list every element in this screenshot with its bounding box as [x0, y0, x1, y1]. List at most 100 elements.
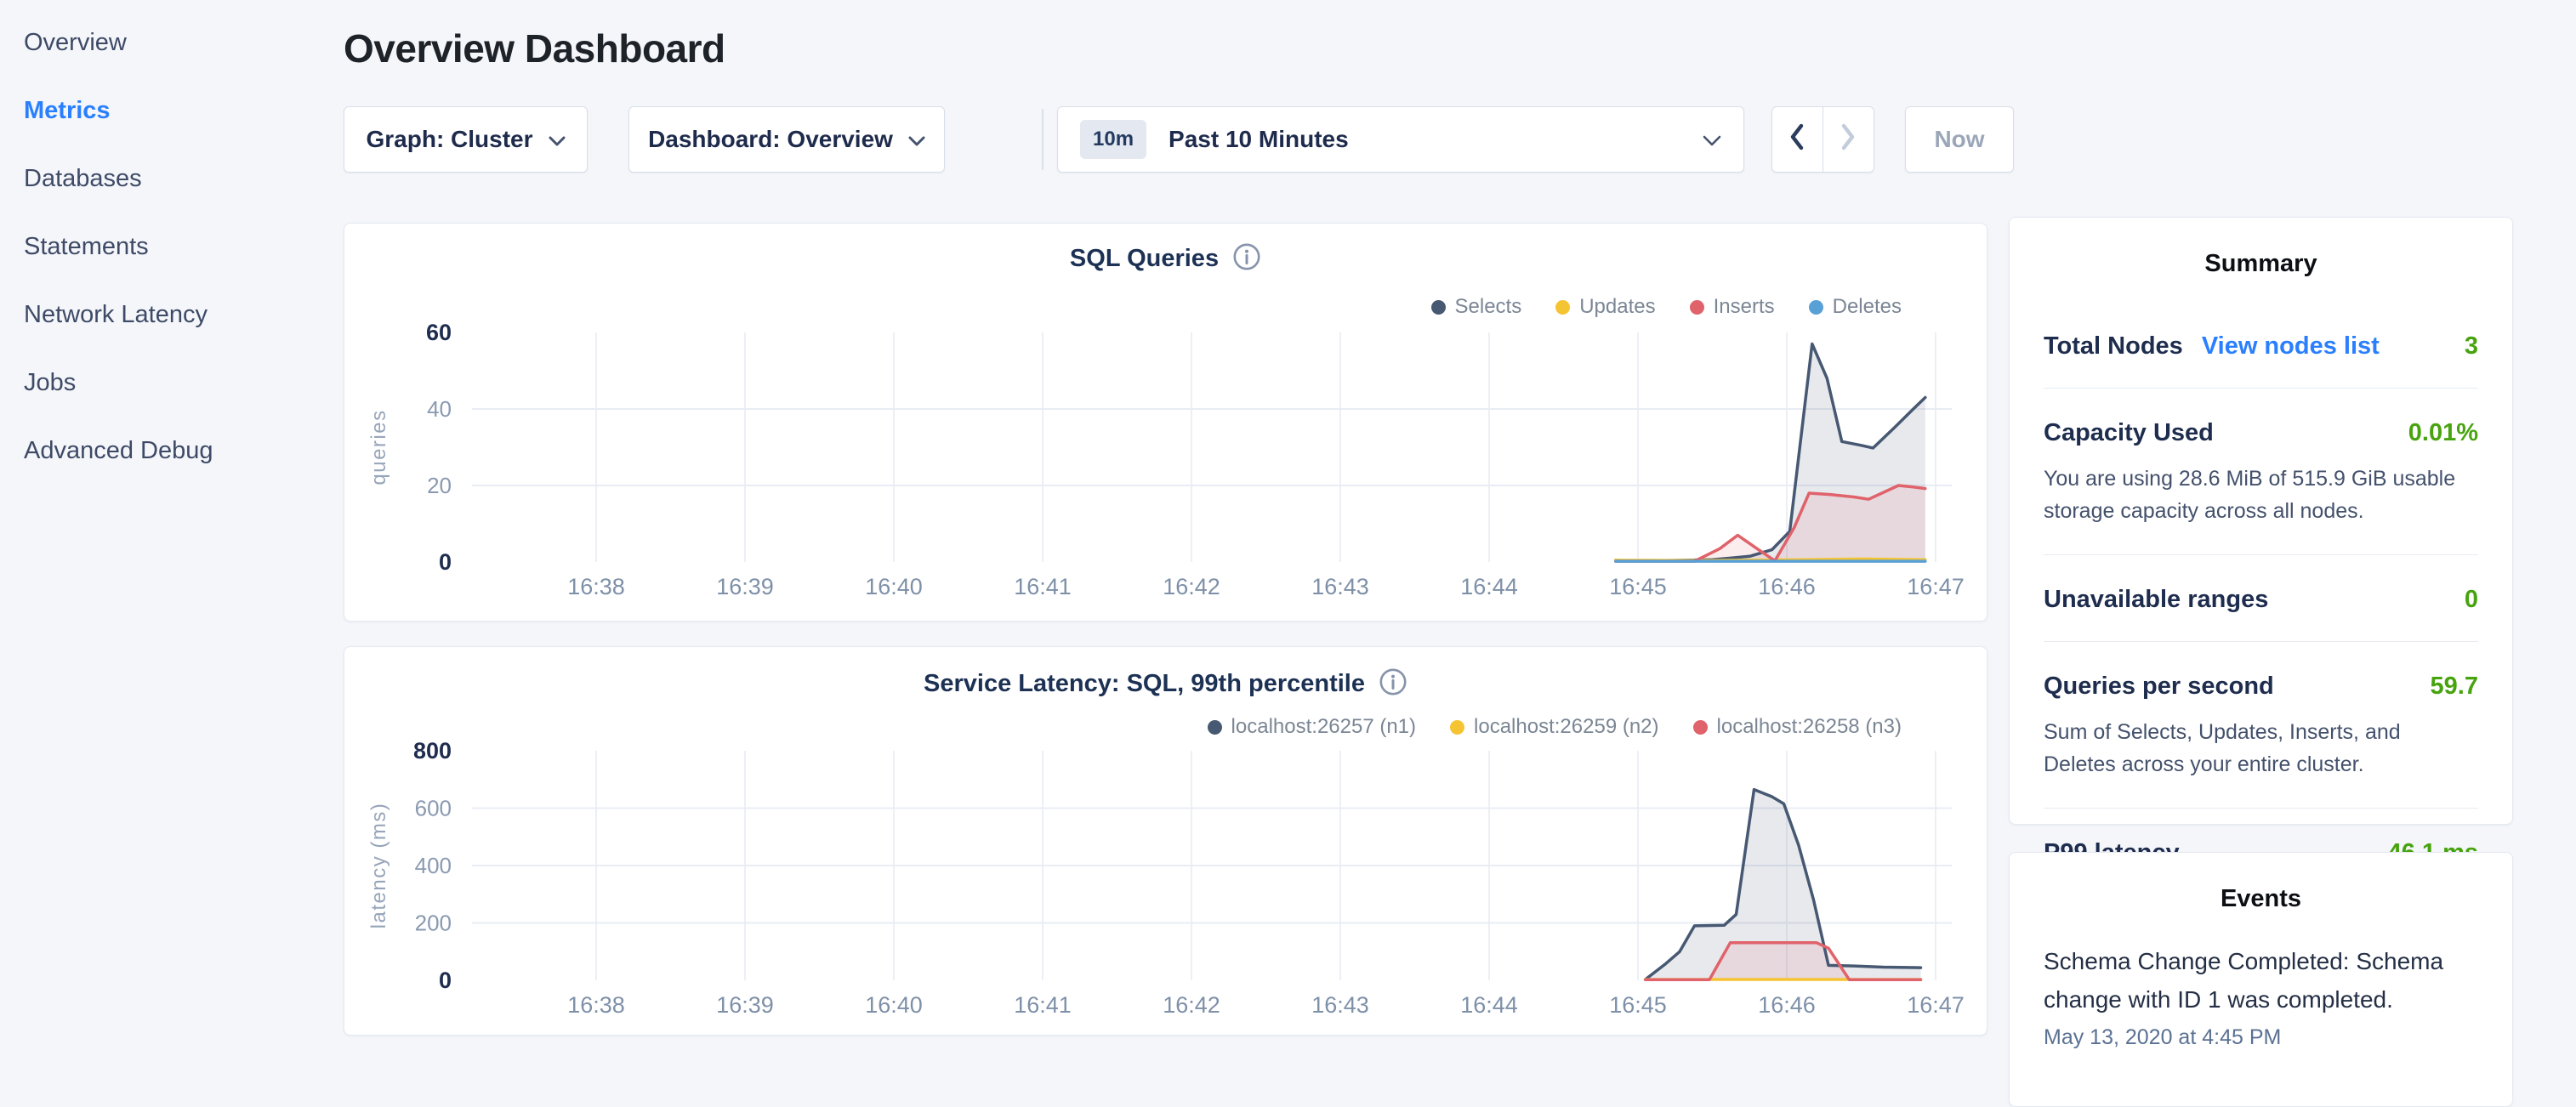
svg-text:16:45: 16:45 [1609, 992, 1667, 1018]
summary-row-total-nodes: Total Nodes View nodes list 3 [2044, 302, 2478, 389]
svg-text:16:43: 16:43 [1311, 992, 1369, 1018]
svg-text:16:44: 16:44 [1460, 574, 1518, 599]
series-color-dot [1555, 300, 1570, 315]
summary-panel: Summary Total Nodes View nodes list 3 Ca… [2009, 217, 2513, 825]
summary-row-value: 59.7 [2431, 673, 2478, 701]
summary-row-label: Unavailable ranges [2044, 586, 2268, 614]
summary-row-subtext: Sum of Selects, Updates, Inserts, and De… [2044, 716, 2478, 781]
view-nodes-list-link[interactable]: View nodes list [2202, 332, 2380, 360]
summary-row-queries-per-second: Queries per second 59.7 Sum of Selects, … [2044, 642, 2478, 809]
chevron-down-icon [1703, 126, 1721, 153]
svg-text:16:46: 16:46 [1758, 574, 1816, 599]
summary-title: Summary [2010, 250, 2512, 278]
svg-text:16:39: 16:39 [716, 992, 774, 1018]
info-icon[interactable] [1232, 242, 1261, 275]
events-title: Events [2010, 885, 2512, 913]
svg-text:0: 0 [439, 549, 452, 575]
legend-label: localhost:26259 (n2) [1474, 715, 1658, 739]
svg-text:16:38: 16:38 [567, 992, 625, 1018]
event-list-item[interactable]: Schema Change Completed: Schema change w… [2010, 942, 2512, 1050]
svg-text:200: 200 [415, 911, 452, 936]
summary-row-label: Total Nodes [2044, 332, 2183, 360]
svg-text:16:42: 16:42 [1163, 574, 1220, 599]
svg-text:16:44: 16:44 [1460, 992, 1518, 1018]
svg-text:latency (ms): latency (ms) [367, 803, 390, 929]
legend-item[interactable]: Updates [1555, 295, 1655, 319]
dashboard-dropdown[interactable]: Dashboard: Overview [628, 106, 945, 173]
svg-text:16:46: 16:46 [1758, 992, 1816, 1018]
svg-text:16:45: 16:45 [1609, 574, 1667, 599]
time-window-badge: 10m [1080, 120, 1146, 159]
sidebar-item-statements[interactable]: Statements [0, 213, 337, 281]
events-panel: Events Schema Change Completed: Schema c… [2009, 852, 2513, 1107]
svg-text:16:38: 16:38 [567, 574, 625, 599]
svg-text:16:39: 16:39 [716, 574, 774, 599]
svg-text:600: 600 [415, 796, 452, 821]
svg-text:40: 40 [427, 396, 452, 422]
sidebar-item-network-latency[interactable]: Network Latency [0, 281, 337, 349]
next-time-window-button[interactable] [1823, 107, 1874, 172]
series-color-dot [1690, 300, 1704, 315]
summary-row-value: 0 [2465, 586, 2478, 614]
legend-label: Deletes [1833, 295, 1902, 319]
info-icon[interactable] [1379, 667, 1407, 701]
legend-item[interactable]: localhost:26259 (n2) [1450, 715, 1658, 739]
svg-text:16:41: 16:41 [1014, 992, 1072, 1018]
svg-text:16:47: 16:47 [1907, 574, 1965, 599]
summary-row-value: 3 [2465, 332, 2478, 360]
svg-text:16:47: 16:47 [1907, 992, 1965, 1018]
sidebar-item-databases[interactable]: Databases [0, 145, 337, 213]
summary-row-label: Capacity Used [2044, 419, 2214, 447]
event-timestamp: May 13, 2020 at 4:45 PM [2044, 1025, 2478, 1050]
service-latency-chart-plot[interactable]: 16:3816:3916:4016:4116:4216:4316:4416:45… [344, 647, 1988, 1036]
summary-row-value: 0.01% [2408, 419, 2478, 447]
legend-item[interactable]: Selects [1431, 295, 1522, 319]
legend-label: Selects [1455, 295, 1522, 319]
svg-text:16:41: 16:41 [1014, 574, 1072, 599]
legend-item[interactable]: localhost:26257 (n1) [1208, 715, 1416, 739]
chart-legend: Selects Updates Inserts Deletes [1431, 295, 1902, 319]
chart-title: Service Latency: SQL, 99th percentile [924, 670, 1365, 698]
chevron-down-icon [908, 126, 925, 153]
summary-row-label: Queries per second [2044, 673, 2274, 701]
sidebar-item-metrics[interactable]: Metrics [0, 77, 337, 145]
svg-text:60: 60 [426, 320, 452, 345]
svg-text:400: 400 [415, 853, 452, 878]
series-color-dot [1450, 720, 1464, 735]
series-color-dot [1431, 300, 1446, 315]
legend-label: Updates [1579, 295, 1655, 319]
legend-item[interactable]: localhost:26258 (n3) [1693, 715, 1902, 739]
sidebar-item-advanced-debug[interactable]: Advanced Debug [0, 417, 337, 485]
sidebar: Overview Metrics Databases Statements Ne… [0, 0, 337, 485]
svg-text:800: 800 [413, 738, 452, 764]
legend-item[interactable]: Inserts [1690, 295, 1775, 319]
legend-label: Inserts [1714, 295, 1775, 319]
toolbar-divider [1042, 109, 1043, 170]
svg-text:16:42: 16:42 [1163, 992, 1220, 1018]
dashboard-dropdown-label: Dashboard: Overview [648, 126, 893, 153]
previous-time-window-button[interactable] [1772, 107, 1823, 172]
sidebar-item-jobs[interactable]: Jobs [0, 349, 337, 417]
summary-row-subtext: You are using 28.6 MiB of 515.9 GiB usab… [2044, 463, 2478, 527]
legend-label: localhost:26258 (n3) [1717, 715, 1902, 739]
page-title: Overview Dashboard [344, 26, 725, 71]
summary-row-unavailable-ranges: Unavailable ranges 0 [2044, 555, 2478, 642]
service-latency-chart-card: Service Latency: SQL, 99th percentile lo… [344, 646, 1987, 1036]
time-pager [1771, 106, 1874, 173]
sql-queries-chart-plot[interactable]: 16:38 16:39 16:40 16:41 16:42 16:43 16:44 16:45… [344, 224, 1988, 622]
chart-legend: localhost:26257 (n1) localhost:26259 (n2… [1208, 715, 1902, 739]
svg-text:16:40: 16:40 [865, 574, 923, 599]
svg-text:16:43: 16:43 [1311, 574, 1369, 599]
graph-scope-dropdown[interactable]: Graph: Cluster [344, 106, 588, 173]
legend-label: localhost:26257 (n1) [1231, 715, 1416, 739]
chevron-right-icon [1839, 122, 1857, 157]
now-button[interactable]: Now [1905, 106, 2014, 173]
sidebar-item-overview[interactable]: Overview [0, 9, 337, 77]
svg-text:0: 0 [439, 968, 452, 993]
legend-item[interactable]: Deletes [1809, 295, 1902, 319]
chart-title: SQL Queries [1070, 245, 1219, 273]
summary-row-capacity-used: Capacity Used 0.01% You are using 28.6 M… [2044, 389, 2478, 555]
time-range-selector[interactable]: 10m Past 10 Minutes [1057, 106, 1744, 173]
now-button-label: Now [1934, 126, 1984, 153]
series-color-dot [1208, 720, 1222, 735]
